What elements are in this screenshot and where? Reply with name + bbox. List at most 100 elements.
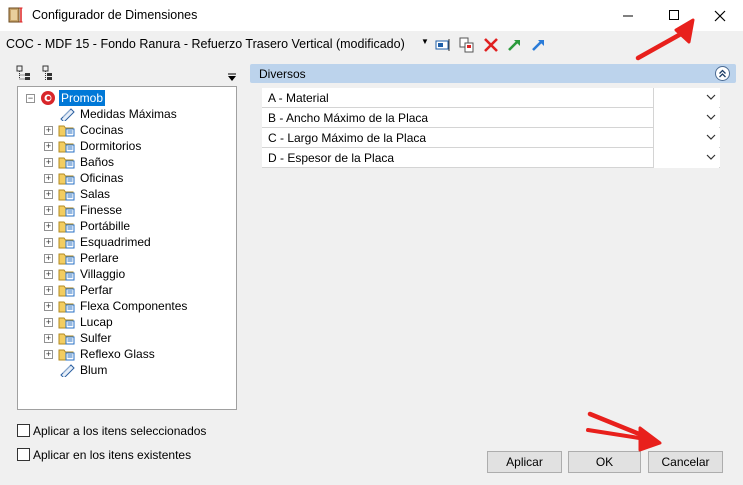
tree-item[interactable]: + Dormitorios <box>18 138 228 154</box>
expand-icon[interactable]: + <box>44 174 53 183</box>
tree-expand-icon[interactable] <box>16 65 32 81</box>
folder-icon <box>58 317 75 329</box>
dimension-leaf-icon <box>60 108 75 121</box>
tree-item[interactable]: + Cocinas <box>18 122 228 138</box>
close-icon <box>714 10 726 21</box>
tree-item-label: Cocinas <box>80 123 124 137</box>
expand-icon[interactable]: + <box>44 158 53 167</box>
property-label: C - Largo Máximo de la Placa <box>268 131 427 145</box>
property-row: C - Largo Máximo de la Placa <box>262 128 720 148</box>
tree-item-label: Villaggio <box>80 267 126 281</box>
expand-icon[interactable]: + <box>44 206 53 215</box>
apply-button[interactable]: Aplicar <box>487 451 562 473</box>
folder-icon <box>58 285 75 297</box>
minimize-icon <box>622 15 633 17</box>
folder-icon <box>58 333 75 345</box>
duplicate-icon[interactable] <box>458 36 476 54</box>
expand-icon[interactable]: + <box>44 350 53 359</box>
catalog-tree[interactable]: − Promob Medidas Máximas + Cocinas + Dormito… <box>17 86 237 410</box>
tree-item[interactable]: + Perfar <box>18 282 228 298</box>
close-button[interactable] <box>697 0 743 31</box>
property-row: D - Espesor de la Placa <box>262 148 720 168</box>
folder-icon <box>58 301 75 313</box>
tree-toolbar <box>14 62 238 84</box>
tree-item[interactable]: + Lucap <box>18 314 228 330</box>
tree-collapse-icon[interactable] <box>42 65 54 81</box>
expand-icon[interactable]: + <box>44 126 53 135</box>
property-value-dropdown[interactable] <box>653 88 719 108</box>
tree-item[interactable]: + Sulfer <box>18 330 228 346</box>
tree-item[interactable]: + Perlare <box>18 250 228 266</box>
tree-item-label: Sulfer <box>80 331 112 345</box>
section-title: Diversos <box>259 67 306 81</box>
export-icon[interactable] <box>530 36 548 54</box>
promob-logo-icon <box>41 91 55 105</box>
tree-item[interactable]: + Portábille <box>18 218 228 234</box>
folder-icon <box>58 221 75 233</box>
tree-item[interactable]: Medidas Máximas <box>18 106 228 122</box>
tree-item-label: Dormitorios <box>80 139 142 153</box>
tree-item[interactable]: + Oficinas <box>18 170 228 186</box>
tree-item[interactable]: + Flexa Componentes <box>18 298 228 314</box>
delete-icon[interactable] <box>482 36 500 54</box>
maximize-icon <box>668 10 679 20</box>
expand-icon[interactable]: + <box>44 190 53 199</box>
property-value-dropdown[interactable] <box>653 128 719 148</box>
property-label: A - Material <box>268 91 329 105</box>
apply-selected-label: Aplicar a los itens seleccionados <box>33 424 207 438</box>
tree-root-node[interactable]: − Promob <box>22 90 122 106</box>
apply-existing-label: Aplicar en los itens existentes <box>33 448 192 462</box>
tree-item[interactable]: + Salas <box>18 186 228 202</box>
expand-icon[interactable]: + <box>44 142 53 151</box>
tree-item[interactable]: + Reflexo Glass <box>18 346 228 362</box>
tree-item[interactable]: + Baños <box>18 154 228 170</box>
folder-icon <box>58 237 75 249</box>
tree-options-dropdown-icon[interactable] <box>228 73 237 82</box>
tree-item-label: Blum <box>80 363 108 377</box>
expand-icon[interactable]: + <box>44 254 53 263</box>
tree-item-label: Salas <box>80 187 111 201</box>
expand-icon[interactable]: + <box>44 238 53 247</box>
property-row: B - Ancho Máximo de la Placa <box>262 108 720 128</box>
chevron-down-icon <box>706 114 716 120</box>
folder-icon <box>58 205 75 217</box>
property-value-dropdown[interactable] <box>653 148 719 168</box>
tree-item[interactable]: + Esquadrimed <box>18 234 228 250</box>
minimize-button[interactable] <box>605 0 651 31</box>
maximize-button[interactable] <box>651 0 697 31</box>
property-label: B - Ancho Máximo de la Placa <box>268 111 429 125</box>
apply-selected-checkbox[interactable] <box>17 424 30 437</box>
chevron-down-icon <box>706 94 716 100</box>
tree-item[interactable]: Blum <box>18 362 228 378</box>
expand-icon[interactable]: + <box>44 302 53 311</box>
folder-icon <box>58 253 75 265</box>
tree-item-label: Portábille <box>80 219 131 233</box>
expand-icon[interactable]: + <box>44 270 53 279</box>
edit-dimension-icon[interactable] <box>434 36 452 54</box>
tree-item[interactable]: + Finesse <box>18 202 228 218</box>
expand-icon[interactable]: + <box>44 286 53 295</box>
import-icon[interactable] <box>506 36 524 54</box>
dimension-leaf-icon <box>60 364 75 377</box>
tree-item[interactable]: + Villaggio <box>18 266 228 282</box>
property-value-dropdown[interactable] <box>653 108 719 128</box>
folder-icon <box>58 269 75 281</box>
section-header: Diversos <box>250 64 736 83</box>
section-collapse-button[interactable] <box>715 66 730 81</box>
apply-existing-checkbox[interactable] <box>17 448 30 461</box>
ok-button[interactable]: OK <box>568 451 641 473</box>
chevron-down-icon <box>706 134 716 140</box>
cancel-button[interactable]: Cancelar <box>648 451 723 473</box>
combo-dropdown-icon[interactable]: ▼ <box>421 37 429 46</box>
folder-icon <box>58 349 75 361</box>
expand-icon[interactable]: + <box>44 318 53 327</box>
tree-item-label: Lucap <box>80 315 113 329</box>
collapse-icon[interactable]: − <box>26 94 35 103</box>
chevron-down-icon <box>706 154 716 160</box>
template-combo[interactable]: COC - MDF 15 - Fondo Ranura - Refuerzo T… <box>6 37 405 51</box>
folder-icon <box>58 157 75 169</box>
expand-icon[interactable]: + <box>44 334 53 343</box>
property-row: A - Material <box>262 88 720 108</box>
expand-icon[interactable]: + <box>44 222 53 231</box>
tree-item-label: Finesse <box>80 203 123 217</box>
